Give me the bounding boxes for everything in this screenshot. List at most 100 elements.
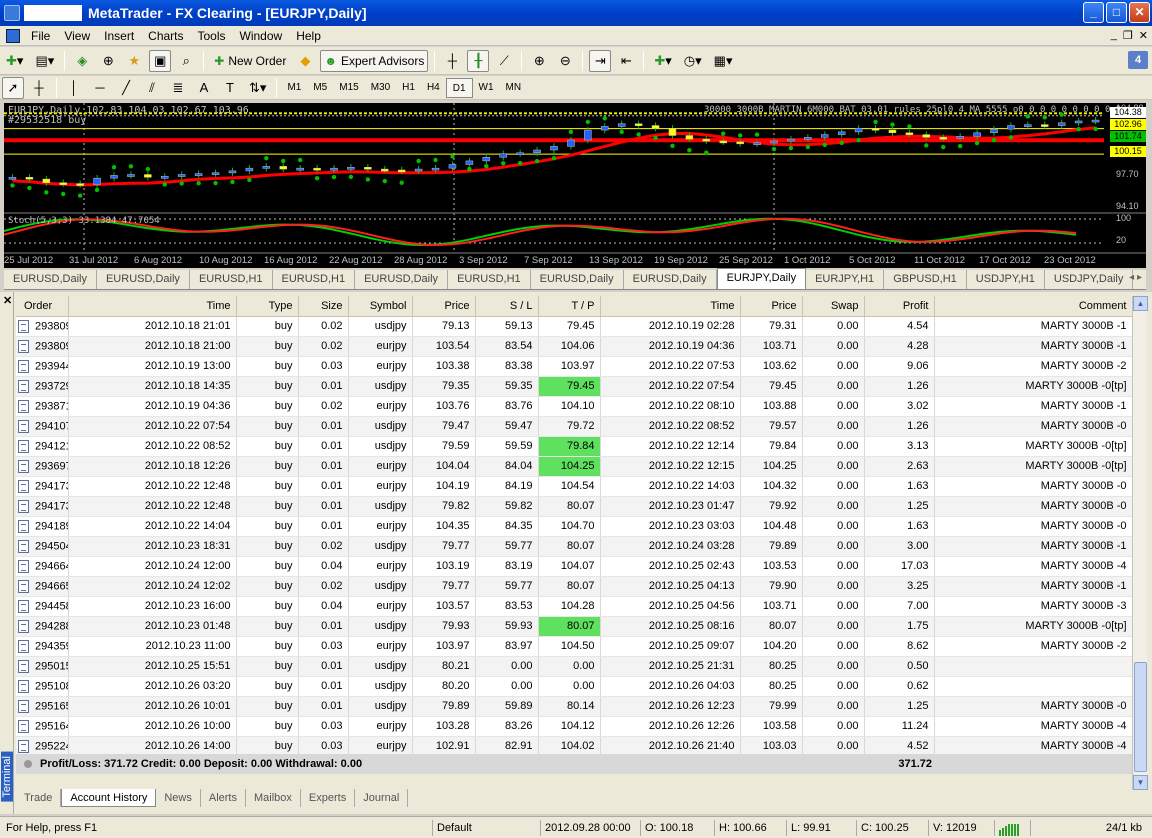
vertical-scrollbar[interactable]: ▲ ▼ [1132, 296, 1148, 790]
table-row[interactable]: 295108762012.10.26 03:20buy0.01usdjpy80.… [16, 676, 1132, 697]
terminal-tab[interactable]: Experts [301, 789, 356, 807]
menu-charts[interactable]: Charts [141, 29, 190, 43]
crosshair-button[interactable]: ┼ [28, 77, 50, 99]
column-header[interactable]: Time [68, 296, 237, 317]
table-row[interactable]: 293809852012.10.18 21:01buy0.02usdjpy79.… [16, 316, 1132, 337]
table-row[interactable]: 295165122012.10.26 10:01buy0.01usdjpy79.… [16, 696, 1132, 717]
terminal-button[interactable]: ▣ [149, 49, 172, 72]
table-row[interactable]: 294664222012.10.24 12:00buy0.04eurjpy103… [16, 556, 1132, 577]
periods-button[interactable]: ◷ ▾ [680, 50, 706, 72]
chart-tab[interactable]: EURUSD,Daily [355, 270, 449, 289]
table-row[interactable]: 295224702012.10.26 14:00buy0.03eurjpy102… [16, 736, 1132, 757]
price-chart[interactable]: EURJPY,Daily 102.83 104.03 102.67 103.96… [4, 103, 1146, 268]
column-header[interactable]: Order [16, 296, 69, 317]
tf-m5[interactable]: M5 [307, 78, 333, 98]
terminal-tab[interactable]: Journal [355, 789, 409, 807]
zoom-in-button[interactable]: ⊕ [528, 50, 550, 72]
label-button[interactable]: T [219, 77, 241, 99]
vertical-line-button[interactable]: │ [63, 77, 85, 99]
table-row[interactable]: 294121312012.10.22 08:52buy0.01usdjpy79.… [16, 436, 1132, 457]
indicators-button[interactable]: ✚ ▾ [650, 50, 675, 72]
table-row[interactable]: 294458392012.10.23 16:00buy0.04eurjpy103… [16, 596, 1132, 617]
tf-m1[interactable]: M1 [281, 78, 307, 98]
menu-tools[interactable]: Tools [191, 29, 233, 43]
line-chart-button[interactable]: ⟋ [493, 50, 515, 72]
channel-button[interactable]: ⫽ [141, 77, 163, 99]
new-order-button[interactable]: ✚ New Order [210, 50, 290, 72]
table-row[interactable]: 294173622012.10.22 12:48buy0.01eurjpy104… [16, 476, 1132, 497]
chart-shift-button[interactable]: ⇤ [615, 50, 637, 72]
minimize-button[interactable]: _ [1083, 2, 1104, 23]
auto-scroll-button[interactable]: ⇥ [589, 49, 612, 72]
table-row[interactable]: 293729482012.10.18 14:35buy0.01usdjpy79.… [16, 376, 1132, 397]
chart-tab[interactable]: USDJPY,H1 [967, 270, 1045, 289]
chart-tab[interactable]: USDJPY,Daily [1045, 270, 1134, 289]
column-header[interactable]: S / L [475, 296, 539, 317]
expert-advisors-button[interactable]: ☻ Expert Advisors [320, 49, 429, 72]
table-row[interactable]: 293871092012.10.19 04:36buy0.02eurjpy103… [16, 396, 1132, 417]
templates-button[interactable]: ▦ ▾ [710, 50, 737, 72]
tf-h1[interactable]: H1 [396, 78, 421, 98]
chart-tab[interactable]: EURUSD,H1 [273, 270, 356, 289]
menu-help[interactable]: Help [289, 29, 328, 43]
scroll-down-icon[interactable]: ▼ [1133, 775, 1148, 790]
trendline-button[interactable]: ╱ [115, 77, 137, 99]
close-button[interactable]: ✕ [1129, 2, 1150, 23]
table-row[interactable]: 294665072012.10.24 12:02buy0.02usdjpy79.… [16, 576, 1132, 597]
column-header[interactable]: Price [412, 296, 476, 317]
terminal-tab[interactable]: Account History [61, 789, 157, 807]
data-window-button[interactable]: ⊕ [97, 50, 119, 72]
column-header[interactable]: T / P [538, 296, 601, 317]
tester-button[interactable]: ⌕ [175, 50, 197, 72]
column-header[interactable]: Size [298, 296, 349, 317]
column-header[interactable]: Price [740, 296, 803, 317]
column-header[interactable]: Time [600, 296, 741, 317]
column-header[interactable]: Swap [802, 296, 865, 317]
mdi-close-icon[interactable]: ✕ [1139, 29, 1148, 42]
zoom-out-button[interactable]: ⊖ [554, 50, 576, 72]
table-row[interactable]: 295164612012.10.26 10:00buy0.03eurjpy103… [16, 716, 1132, 737]
chart-tab[interactable]: EURUSD,Daily [97, 270, 190, 289]
menu-file[interactable]: File [24, 29, 57, 43]
table-row[interactable]: 294504812012.10.23 18:31buy0.02usdjpy79.… [16, 536, 1132, 557]
mdi-minimize-icon[interactable]: _ [1111, 29, 1117, 42]
terminal-tab[interactable]: Trade [16, 789, 62, 807]
profiles-button[interactable]: ▤ ▾ [31, 50, 58, 72]
table-row[interactable]: 293809032012.10.18 21:00buy0.02eurjpy103… [16, 336, 1132, 357]
terminal-tab[interactable]: News [156, 789, 201, 807]
terminal-tab[interactable]: Mailbox [246, 789, 301, 807]
close-icon[interactable]: ✕ [3, 294, 12, 307]
table-row[interactable]: 294189702012.10.22 14:04buy0.01eurjpy104… [16, 516, 1132, 537]
chart-tab[interactable]: EURUSD,H1 [448, 270, 531, 289]
tf-mn[interactable]: MN [500, 78, 528, 98]
notification-badge[interactable]: 4 [1128, 51, 1148, 69]
menu-view[interactable]: View [57, 29, 97, 43]
candle-chart-button[interactable]: ╂ [467, 49, 490, 72]
column-header[interactable]: Type [236, 296, 299, 317]
tf-m15[interactable]: M15 [333, 78, 364, 98]
scroll-thumb[interactable] [1134, 662, 1147, 772]
market-watch-button[interactable]: ◈ [71, 50, 93, 72]
arrows-button[interactable]: ⇅ ▾ [245, 77, 270, 99]
tab-scroll-arrows[interactable]: ◂ ▸ [1129, 272, 1142, 283]
fibonacci-button[interactable]: ≣ [167, 77, 189, 99]
bar-chart-button[interactable]: ┼ [441, 50, 463, 72]
mdi-restore-icon[interactable]: ❐ [1123, 29, 1133, 42]
table-row[interactable]: 294288272012.10.23 01:48buy0.01usdjpy79.… [16, 616, 1132, 637]
table-row[interactable]: 294173602012.10.22 12:48buy0.01usdjpy79.… [16, 496, 1132, 517]
metaeditor-button[interactable]: ◆ [294, 50, 316, 72]
tf-w1[interactable]: W1 [473, 78, 500, 98]
tf-d1[interactable]: D1 [445, 77, 473, 98]
column-header[interactable]: Comment [934, 296, 1132, 317]
column-header[interactable]: Profit [864, 296, 935, 317]
terminal-tab[interactable]: Alerts [201, 789, 246, 807]
chart-tab[interactable]: EURUSD,H1 [190, 270, 273, 289]
chart-tab[interactable]: EURJPY,Daily [716, 268, 807, 289]
column-header[interactable]: Symbol [348, 296, 413, 317]
chart-tab[interactable]: EURJPY,H1 [806, 270, 885, 289]
horizontal-line-button[interactable]: ─ [89, 77, 111, 99]
cursor-button[interactable]: ➚ [2, 76, 24, 99]
tf-m30[interactable]: M30 [365, 78, 396, 98]
table-row[interactable]: 293944372012.10.19 13:00buy0.03eurjpy103… [16, 356, 1132, 377]
menu-insert[interactable]: Insert [97, 29, 141, 43]
